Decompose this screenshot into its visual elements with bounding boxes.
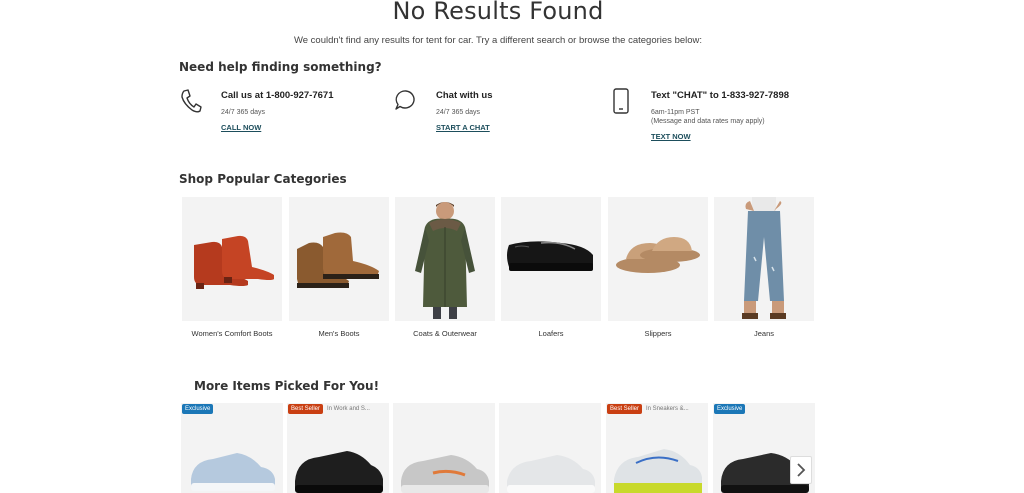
category-label[interactable]: Women's Comfort Boots (182, 329, 282, 338)
mobile-phone-icon (609, 88, 633, 114)
no-results-message: We couldn't find any results for tent fo… (293, 35, 703, 46)
carousel-next-button[interactable] (790, 456, 812, 484)
help-text: Text "CHAT" to 1-833-927-7898 6am-11pm P… (609, 88, 809, 148)
call-now-link[interactable]: CALL NOW (221, 123, 261, 132)
exclusive-badge: Exclusive (714, 404, 746, 414)
category-label[interactable]: Slippers (608, 329, 708, 338)
text-hours-line: 6am-11pm PST (651, 109, 700, 116)
help-call: Call us at 1-800-927-7671 24/7 365 days … (179, 88, 379, 148)
product-image (507, 455, 595, 493)
call-title: Call us at 1-800-927-7671 (221, 90, 334, 101)
phone-icon (179, 88, 203, 114)
exclusive-badge: Exclusive (182, 404, 214, 414)
start-chat-link[interactable]: START A CHAT (436, 123, 490, 132)
category-image[interactable] (608, 197, 708, 321)
chevron-right-icon (797, 463, 806, 477)
category-image[interactable] (714, 197, 814, 321)
chat-hours: 24/7 365 days (436, 109, 480, 116)
category-image[interactable] (289, 197, 389, 321)
product-image (614, 449, 702, 493)
text-rates-note: (Message and data rates may apply) (651, 118, 765, 125)
text-hours: 6am-11pm PST (Message and data rates may … (651, 108, 841, 126)
product-image (295, 451, 383, 493)
best-seller-badge: Best Seller (607, 404, 643, 414)
category-tile-loafers[interactable]: Loafers (501, 197, 601, 338)
product-card[interactable] (393, 403, 495, 493)
badge-category: In Sneakers &... (646, 406, 689, 412)
category-image[interactable] (501, 197, 601, 321)
chat-bubble-icon (394, 88, 418, 114)
category-label[interactable]: Coats & Outerwear (395, 329, 495, 338)
product-image (401, 455, 489, 493)
call-hours: 24/7 365 days (221, 109, 265, 116)
badge-category: In Work and S... (327, 406, 370, 412)
category-label[interactable]: Jeans (714, 329, 814, 338)
category-image[interactable] (182, 197, 282, 321)
category-tile-mens-boots[interactable]: Men's Boots (289, 197, 389, 338)
product-card[interactable] (499, 403, 601, 493)
category-tile-slippers[interactable]: Slippers (608, 197, 708, 338)
product-card[interactable]: Best Seller In Work and S... (287, 403, 389, 493)
text-title: Text "CHAT" to 1-833-927-7898 (651, 90, 790, 101)
category-label[interactable]: Men's Boots (289, 329, 389, 338)
help-heading: Need help finding something? (179, 60, 382, 74)
category-tile-jeans[interactable]: Jeans (714, 197, 814, 338)
product-card[interactable]: Best Seller In Sneakers &... (606, 403, 708, 493)
best-seller-badge: Best Seller (288, 404, 324, 414)
page-title: No Results Found (392, 0, 604, 25)
category-tile-womens-comfort-boots[interactable]: Women's Comfort Boots (182, 197, 282, 338)
help-chat: Chat with us 24/7 365 days START A CHAT (394, 88, 594, 148)
product-image (191, 453, 275, 491)
recommendations-heading: More Items Picked For You! (194, 379, 380, 393)
categories-heading: Shop Popular Categories (179, 172, 347, 186)
category-tile-coats-outerwear[interactable]: Coats & Outerwear (395, 197, 495, 338)
chat-title: Chat with us (436, 90, 493, 101)
category-image[interactable] (395, 197, 495, 321)
category-label[interactable]: Loafers (501, 329, 601, 338)
text-now-link[interactable]: TEXT NOW (651, 132, 691, 141)
product-card[interactable]: Exclusive (181, 403, 283, 493)
